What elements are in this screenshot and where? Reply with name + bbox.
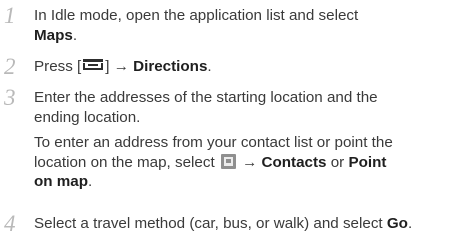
instruction-steps: 1 In Idle mode, open the application lis… xyxy=(0,0,455,242)
step-line: Enter the addresses of the starting loca… xyxy=(34,89,378,106)
step-number: 3 xyxy=(4,85,16,110)
step-number: 4 xyxy=(4,211,16,236)
directions-label: Directions xyxy=(133,58,208,75)
step-text: Enter the addresses of the starting loca… xyxy=(34,88,452,192)
step-number: 1 xyxy=(4,3,16,28)
step-number: 2 xyxy=(4,54,16,79)
step-text: Select a travel method (car, bus, or wal… xyxy=(34,214,452,234)
go-label: Go xyxy=(386,215,408,232)
step-text: Press [] → Directions. xyxy=(34,57,452,77)
on-map-label: on map xyxy=(34,173,89,190)
step-note-line: To enter an address from your contact li… xyxy=(34,134,393,151)
step-line: In Idle mode, open the application list … xyxy=(34,7,359,24)
contacts-icon xyxy=(220,153,236,169)
step-line: Select a travel method (car, bus, or wal… xyxy=(34,215,413,232)
step-note-line: on map. xyxy=(34,173,93,190)
step-text: In Idle mode, open the application list … xyxy=(34,6,452,45)
point-label: Point xyxy=(348,153,387,171)
step-note-line: location on the map, select → Contacts o… xyxy=(34,153,387,171)
contacts-label: Contacts xyxy=(261,153,327,171)
step-line: Press [] → Directions. xyxy=(34,58,212,75)
step-line: ending location. xyxy=(34,108,141,126)
maps-label: Maps xyxy=(34,26,73,44)
step-line: Maps. xyxy=(34,26,78,44)
menu-key-icon xyxy=(82,59,104,70)
